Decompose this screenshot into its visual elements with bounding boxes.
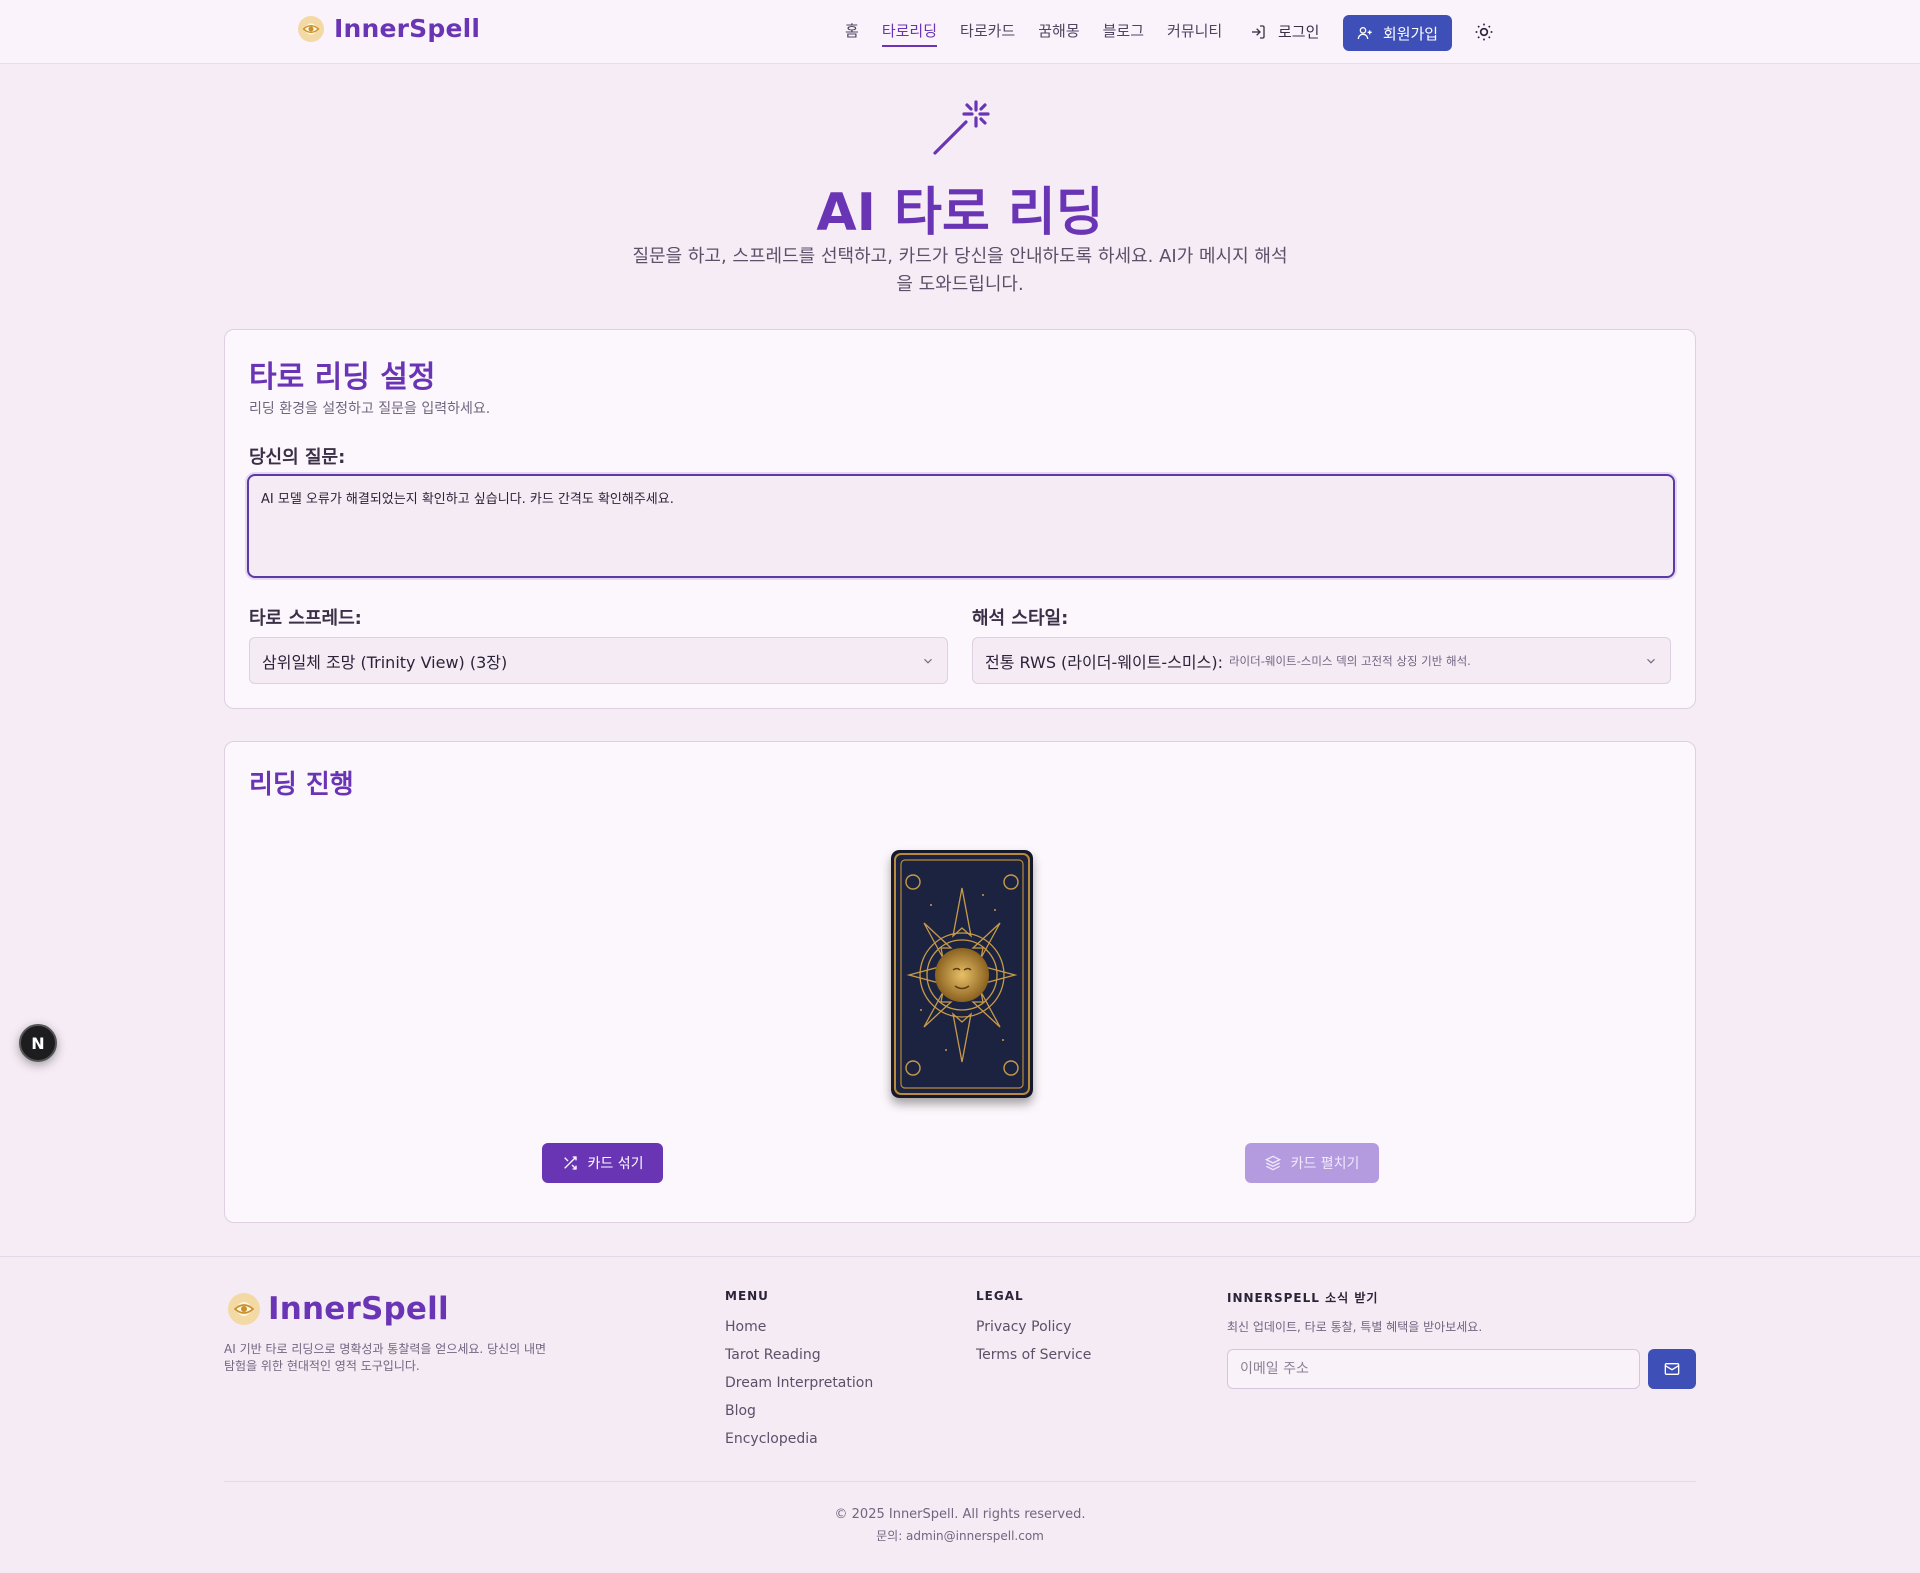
site-footer: InnerSpell AI 기반 타로 리딩으로 명확성과 통찰력을 얻으세요.… [0,1256,1920,1573]
question-label: 당신의 질문: [249,447,346,468]
footer-legal-title: LEGAL [976,1289,1024,1303]
spread-cards-label: 카드 펼치기 [1290,1156,1360,1172]
nav-tarot-cards[interactable]: 타로카드 [960,20,1015,47]
signup-label: 회원가입 [1382,24,1439,43]
sun-icon[interactable] [1474,22,1494,42]
shuffle-label: 카드 섞기 [587,1156,644,1172]
eye-logo-icon [228,1293,260,1325]
tarot-card-back[interactable] [891,850,1033,1098]
contact-email[interactable]: 문의: admin@innerspell.com [0,1527,1920,1544]
signup-button[interactable]: 회원가입 [1343,15,1452,51]
footer-legal: Privacy Policy Terms of Service [976,1319,1091,1375]
login-link[interactable]: 로그인 [1250,21,1319,42]
chevron-down-icon [1647,658,1655,664]
spread-value: 삼위일체 조망 (Trinity View) (3장) [262,652,508,672]
footer-link-encyclopedia[interactable]: Encyclopedia [725,1431,873,1459]
magic-wand-icon [933,100,990,155]
reading-settings-card: 타로 리딩 설정 리딩 환경을 설정하고 질문을 입력하세요. 당신의 질문: … [224,329,1696,709]
main-nav: 홈 타로리딩 타로카드 꿈해몽 블로그 커뮤니티 [845,20,1245,47]
page-title: AI 타로 리딩 [816,183,1104,243]
brand[interactable]: InnerSpell [298,14,480,43]
footer-link-dream[interactable]: Dream Interpretation [725,1375,873,1403]
subtitle-line-1: 질문을 하고, 스프레드를 선택하고, 카드가 당신을 안내하도록 하세요. A… [632,246,1288,267]
shuffle-icon [563,1156,577,1170]
footer-link-blog[interactable]: Blog [725,1403,873,1431]
footer-description: AI 기반 타로 리딩으로 명확성과 통찰력을 얻으세요. 당신의 내면 탐험을… [224,1342,547,1373]
newsletter-description: 최신 업데이트, 타로 통찰, 특별 혜택을 받아보세요. [1227,1320,1483,1334]
next-dev-badge[interactable]: N [19,1024,57,1062]
spread-select[interactable]: 삼위일체 조망 (Trinity View) (3장) [249,637,948,684]
footer-menu-title: MENU [725,1289,769,1303]
nav-blog[interactable]: 블로그 [1103,20,1144,47]
reading-title: 리딩 진행 [249,770,354,800]
nav-home[interactable]: 홈 [845,20,859,47]
style-label: 해석 스타일: [972,608,1069,629]
newsletter-title: INNERSPELL 소식 받기 [1227,1291,1379,1305]
settings-description: 리딩 환경을 설정하고 질문을 입력하세요. [249,401,491,417]
login-label: 로그인 [1278,23,1320,41]
shuffle-button[interactable]: 카드 섞기 [542,1143,663,1183]
nav-community[interactable]: 커뮤니티 [1167,20,1222,47]
settings-title: 타로 리딩 설정 [249,360,436,395]
footer-link-tarot[interactable]: Tarot Reading [725,1347,873,1375]
footer-link-home[interactable]: Home [725,1319,873,1347]
footer-divider [224,1481,1696,1482]
site-header: InnerSpell 홈 타로리딩 타로카드 꿈해몽 블로그 커뮤니티 로그인 … [0,0,1920,64]
footer-link-terms[interactable]: Terms of Service [976,1347,1091,1375]
brand-name: InnerSpell [334,14,481,43]
spread-label: 타로 스프레드: [249,608,362,629]
spread-cards-button[interactable]: 카드 펼치기 [1245,1143,1379,1183]
subtitle-line-2: 을 도와드립니다. [896,274,1024,295]
footer-brand-name: InnerSpell [268,1291,449,1327]
newsletter-email-input[interactable] [1227,1349,1640,1389]
page-subtitle: 질문을 하고, 스프레드를 선택하고, 카드가 당신을 안내하도록 하세요. A… [620,243,1300,299]
style-select[interactable]: 전통 RWS (라이더-웨이트-스미스): 라이더-웨이트-스미스 덱의 고전적… [972,637,1671,684]
login-icon [1252,24,1265,39]
footer-brand[interactable]: InnerSpell [228,1291,449,1327]
nav-dream[interactable]: 꿈해몽 [1038,20,1079,47]
style-value: 전통 RWS (라이더-웨이트-스미스): [985,652,1223,672]
sun-card-back-icon [891,850,1033,1098]
eye-logo-icon [298,15,324,42]
user-plus-icon [1357,27,1372,40]
question-input[interactable]: AI 모델 오류가 해결되었는지 확인하고 싶습니다. 카드 간격도 확인해주세… [247,474,1675,578]
footer-link-privacy[interactable]: Privacy Policy [976,1319,1091,1347]
chevron-down-icon [924,658,932,664]
nav-tarot-reading[interactable]: 타로리딩 [881,20,938,47]
style-note: 라이더-웨이트-스미스 덱의 고전적 상징 기반 해석. [1228,653,1471,668]
mail-icon [1664,1363,1680,1375]
layers-icon [1264,1155,1281,1171]
newsletter-submit-button[interactable] [1648,1349,1696,1389]
footer-menu: Home Tarot Reading Dream Interpretation … [725,1319,873,1459]
copyright: © 2025 InnerSpell. All rights reserved. [834,1507,1086,1522]
reading-progress-card: 리딩 진행 카드 섞기 카드 펼치기 [224,741,1696,1223]
